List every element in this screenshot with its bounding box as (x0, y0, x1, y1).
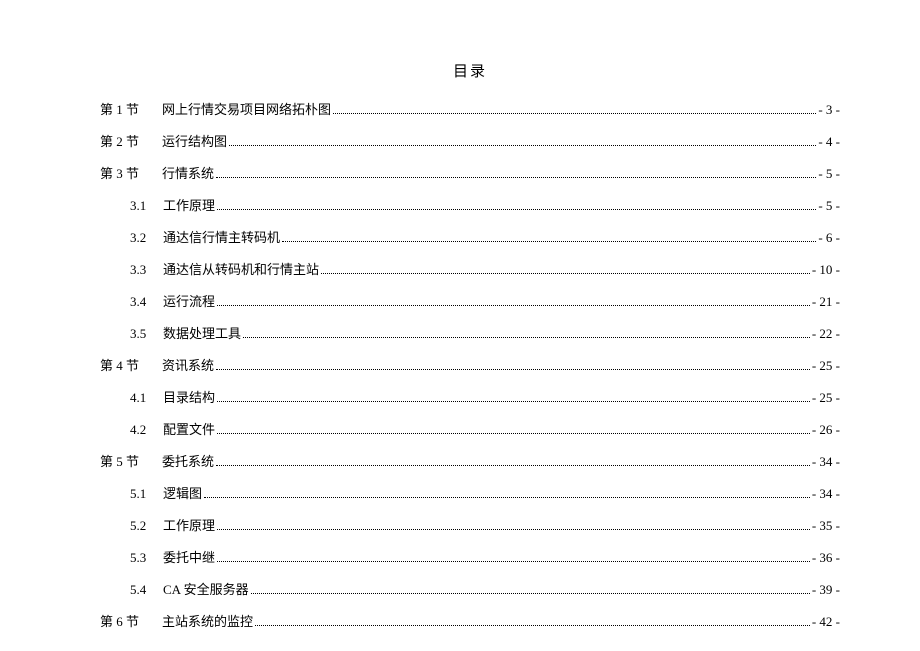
toc-entry-title: 资讯系统 (162, 355, 214, 374)
toc-entry-label: 第 5 节 (100, 451, 150, 470)
toc-entry-page: - 34 - (812, 486, 840, 502)
toc-dots (243, 337, 810, 338)
toc-dots (217, 529, 810, 530)
toc-entry-page: - 26 - (812, 422, 840, 438)
toc-entry: 第 1 节网上行情交易项目网络拓朴图 - 3 - (100, 99, 840, 118)
toc-entry: 5.3 委托中继 - 36 - (100, 547, 840, 566)
toc-entry: 5.4 CA 安全服务器 - 39 - (100, 579, 840, 598)
toc-entry-page: - 34 - (812, 454, 840, 470)
toc-entry: 3.3 通达信从转码机和行情主站 - 10 - (100, 259, 840, 278)
toc-entry-page: - 21 - (812, 294, 840, 310)
toc-dots (333, 113, 816, 114)
toc-entry-title: 数据处理工具 (163, 323, 241, 342)
toc-entry-title: 通达信行情主转码机 (163, 227, 280, 246)
toc-entry-title: 目录结构 (163, 387, 215, 406)
toc-dots (216, 177, 816, 178)
toc-entry: 3.1 工作原理 - 5 - (100, 195, 840, 214)
toc-dots (216, 369, 810, 370)
toc-entry-page: - 10 - (812, 262, 840, 278)
toc-entry-title: 网上行情交易项目网络拓朴图 (162, 99, 331, 118)
toc-dots (321, 273, 810, 274)
toc-list: 第 1 节网上行情交易项目网络拓朴图- 3 -第 2 节运行结构图- 4 -第 … (100, 99, 840, 630)
toc-entry: 第 2 节运行结构图 - 4 - (100, 131, 840, 150)
toc-dots (255, 625, 810, 626)
toc-entry-label: 4.1 (130, 390, 155, 406)
toc-entry-page: - 42 - (812, 614, 840, 630)
toc-entry-page: - 3 - (818, 102, 840, 118)
toc-title: 目录 (100, 60, 840, 81)
toc-entry-label: 5.2 (130, 518, 155, 534)
toc-entry-label: 第 2 节 (100, 131, 150, 150)
toc-entry-title: 委托中继 (163, 547, 215, 566)
toc-entry-title: 委托系统 (162, 451, 214, 470)
toc-entry: 第 4 节资讯系统 - 25 - (100, 355, 840, 374)
toc-entry: 5.1 逻辑图 - 34 - (100, 483, 840, 502)
toc-entry-page: - 5 - (818, 198, 840, 214)
toc-entry-label: 3.1 (130, 198, 155, 214)
toc-dots (229, 145, 816, 146)
toc-entry-label: 5.4 (130, 582, 155, 598)
toc-dots (217, 401, 810, 402)
toc-entry-title: 逻辑图 (163, 483, 202, 502)
toc-entry-label: 第 4 节 (100, 355, 150, 374)
toc-entry-page: - 35 - (812, 518, 840, 534)
toc-entry-page: - 36 - (812, 550, 840, 566)
toc-entry-title: 运行流程 (163, 291, 215, 310)
toc-dots (282, 241, 816, 242)
toc-entry-page: - 39 - (812, 582, 840, 598)
toc-entry: 4.2 配置文件 - 26 - (100, 419, 840, 438)
toc-entry-page: - 5 - (818, 166, 840, 182)
toc-entry: 4.1 目录结构 - 25 - (100, 387, 840, 406)
toc-entry-label: 5.3 (130, 550, 155, 566)
toc-entry-label: 第 1 节 (100, 99, 150, 118)
toc-dots (216, 465, 810, 466)
toc-entry-title: 行情系统 (162, 163, 214, 182)
toc-dots (217, 305, 810, 306)
toc-entry-title: 工作原理 (163, 515, 215, 534)
toc-entry-label: 3.5 (130, 326, 155, 342)
toc-entry-page: - 25 - (812, 358, 840, 374)
toc-entry: 3.2 通达信行情主转码机 - 6 - (100, 227, 840, 246)
toc-dots (217, 209, 816, 210)
toc-entry: 3.5 数据处理工具 - 22 - (100, 323, 840, 342)
toc-entry-page: - 4 - (818, 134, 840, 150)
toc-entry: 第 6 节主站系统的监控 - 42 - (100, 611, 840, 630)
toc-entry: 5.2 工作原理 - 35 - (100, 515, 840, 534)
toc-entry-page: - 6 - (818, 230, 840, 246)
toc-entry-title: 工作原理 (163, 195, 215, 214)
toc-entry-title: CA 安全服务器 (163, 579, 249, 598)
toc-entry-title: 通达信从转码机和行情主站 (163, 259, 319, 278)
toc-entry: 3.4 运行流程 - 21 - (100, 291, 840, 310)
toc-entry-label: 第 3 节 (100, 163, 150, 182)
toc-entry-label: 3.2 (130, 230, 155, 246)
toc-entry-title: 配置文件 (163, 419, 215, 438)
toc-entry-title: 主站系统的监控 (162, 611, 253, 630)
toc-entry-page: - 22 - (812, 326, 840, 342)
toc-entry: 第 5 节委托系统 - 34 - (100, 451, 840, 470)
toc-entry-page: - 25 - (812, 390, 840, 406)
toc-entry-title: 运行结构图 (162, 131, 227, 150)
toc-dots (204, 497, 810, 498)
toc-dots (251, 593, 810, 594)
toc-entry-label: 第 6 节 (100, 611, 150, 630)
toc-entry-label: 5.1 (130, 486, 155, 502)
toc-entry: 第 3 节行情系统 - 5 - (100, 163, 840, 182)
toc-dots (217, 561, 810, 562)
toc-entry-label: 3.4 (130, 294, 155, 310)
toc-entry-label: 3.3 (130, 262, 155, 278)
toc-entry-label: 4.2 (130, 422, 155, 438)
toc-dots (217, 433, 810, 434)
